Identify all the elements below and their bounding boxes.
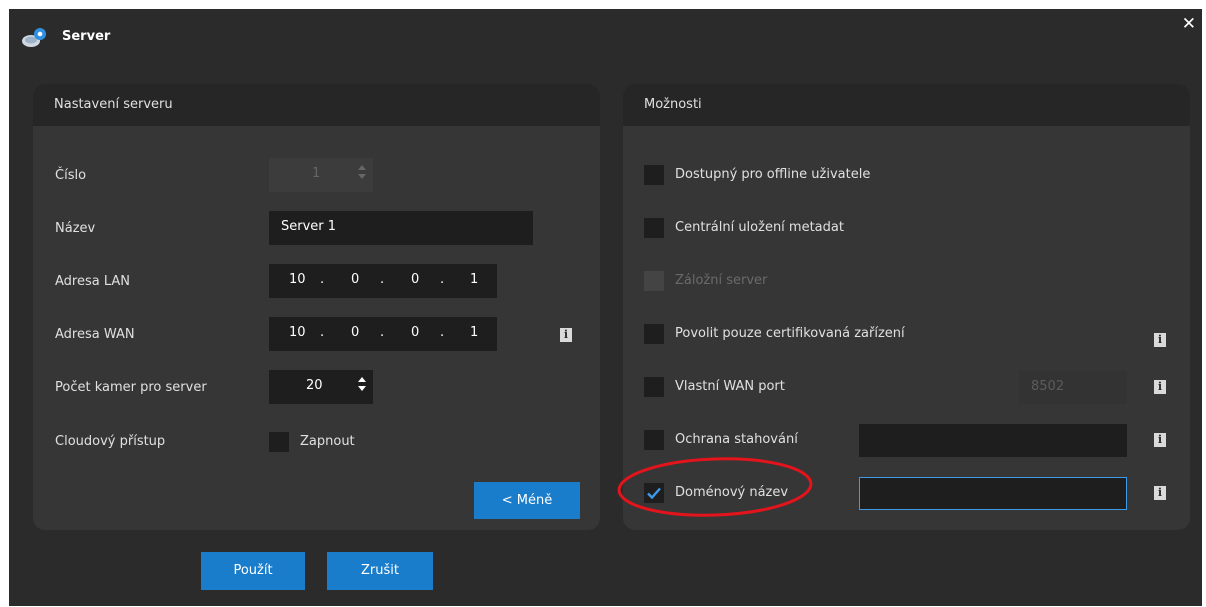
wan-dot: . (440, 325, 445, 340)
apply-button[interactable]: Použít (201, 552, 305, 590)
custom-wan-port-checkbox[interactable] (644, 377, 664, 397)
backup-server-checkbox (644, 271, 664, 291)
info-icon[interactable]: i (1154, 333, 1166, 347)
wan-port-value: 8502 (1031, 379, 1065, 394)
custom-wan-port-label: Vlastní WAN port (675, 379, 785, 394)
camera-count-spinner[interactable]: 20 (269, 370, 373, 404)
lan-dot: . (380, 272, 385, 287)
server-dialog: Server ✕ Nastavení serveru Číslo 1 Název… (9, 9, 1202, 606)
number-spinner: 1 (269, 158, 373, 192)
central-metadata-checkbox[interactable] (644, 218, 664, 238)
certified-devices-checkbox[interactable] (644, 324, 664, 344)
name-value: Server 1 (281, 219, 337, 234)
central-metadata-label: Centrální uložení metadat (675, 220, 844, 235)
wan-port-input: 8502 (1019, 371, 1127, 404)
lan-octet-3: 0 (411, 272, 420, 287)
info-icon[interactable]: i (1154, 380, 1166, 394)
lan-octet-1: 10 (289, 272, 306, 287)
spinner-arrows[interactable] (357, 376, 367, 398)
lan-octet-2: 0 (351, 272, 360, 287)
lan-address-label: Adresa LAN (55, 274, 131, 289)
number-value: 1 (312, 166, 321, 181)
name-label: Název (55, 221, 96, 236)
info-icon[interactable]: i (560, 328, 572, 342)
highlight-ellipse (617, 457, 813, 517)
wan-address-input[interactable]: 10 . 0 . 0 . 1 (269, 317, 497, 351)
certified-devices-label: Povolit pouze certifikovaná zařízení (675, 326, 905, 341)
lan-address-input[interactable]: 10 . 0 . 0 . 1 (269, 264, 497, 298)
backup-server-label: Záložní server (675, 273, 768, 288)
wan-octet-1: 10 (289, 325, 306, 340)
panel-title: Nastavení serveru (54, 97, 173, 112)
offline-users-label: Dostupný pro offline uživatele (675, 167, 871, 182)
lan-octet-4: 1 (470, 272, 479, 287)
cloud-access-checkbox-label: Zapnout (300, 434, 355, 449)
wan-dot: . (380, 325, 385, 340)
lan-dot: . (440, 272, 445, 287)
panel-header: Možnosti (623, 84, 1190, 126)
spinner-arrows (357, 164, 367, 186)
cancel-button[interactable]: Zrušit (327, 552, 433, 590)
window-title: Server (62, 29, 111, 44)
download-protection-input[interactable] (859, 424, 1127, 457)
domain-name-input[interactable] (859, 477, 1127, 510)
less-button[interactable]: < Méně (474, 482, 580, 519)
close-icon[interactable]: ✕ (1182, 15, 1196, 33)
download-protection-checkbox[interactable] (644, 430, 664, 450)
camera-count-value: 20 (306, 378, 323, 393)
offline-users-checkbox[interactable] (644, 165, 664, 185)
wan-octet-3: 0 (411, 325, 420, 340)
cloud-access-checkbox[interactable] (269, 432, 289, 452)
info-icon[interactable]: i (1154, 433, 1166, 447)
server-settings-panel: Nastavení serveru Číslo 1 Název Server 1… (33, 84, 600, 530)
wan-octet-4: 1 (470, 325, 479, 340)
lan-dot: . (320, 272, 325, 287)
wan-dot: . (320, 325, 325, 340)
download-protection-label: Ochrana stahování (675, 432, 798, 447)
cloud-access-label: Cloudový přístup (55, 434, 166, 449)
name-input[interactable]: Server 1 (269, 211, 533, 245)
title-bar: Server ✕ (9, 9, 1202, 65)
panel-header: Nastavení serveru (33, 84, 600, 126)
server-gear-icon (21, 27, 46, 47)
camera-count-label: Počet kamer pro server (55, 380, 207, 395)
number-label: Číslo (55, 168, 87, 183)
info-icon[interactable]: i (1154, 486, 1166, 500)
wan-address-label: Adresa WAN (55, 327, 135, 342)
panel-title: Možnosti (644, 97, 702, 112)
wan-octet-2: 0 (351, 325, 360, 340)
